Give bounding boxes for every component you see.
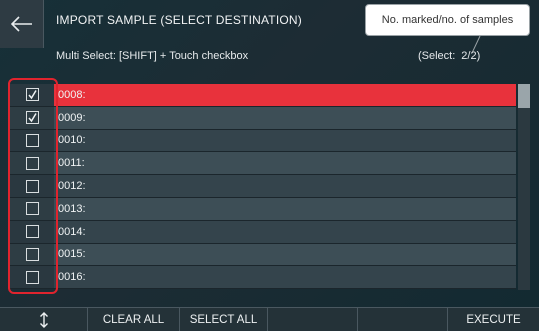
clear-all-button[interactable]: CLEAR ALL (88, 308, 180, 331)
scrollbar[interactable] (518, 84, 530, 290)
import-sample-screen: IMPORT SAMPLE (SELECT DESTINATION) No. m… (0, 0, 539, 331)
checkbox-cell[interactable] (10, 175, 54, 197)
multi-select-hint: Multi Select: [SHIFT] + Touch checkbox (56, 50, 249, 62)
list-item[interactable]: 0012: (10, 175, 516, 198)
list-item[interactable]: 0015: (10, 243, 516, 267)
row-label: 0009: (54, 106, 516, 129)
list-item[interactable]: 0008: (10, 84, 516, 107)
list-item[interactable]: 0011: (10, 152, 516, 176)
updown-button[interactable] (0, 308, 88, 331)
list-item[interactable]: 0013: (10, 197, 516, 221)
execute-button[interactable]: EXECUTE (448, 308, 539, 331)
page-title: IMPORT SAMPLE (SELECT DESTINATION) (56, 13, 302, 27)
up-down-arrow-icon (39, 312, 48, 328)
row-label: 0012: (54, 175, 516, 197)
row-checkbox[interactable] (25, 133, 39, 147)
scrollbar-thumb[interactable] (518, 84, 530, 108)
row-checkbox[interactable] (25, 202, 39, 216)
select-count: (Select: 2/2) (418, 50, 480, 62)
list-item[interactable]: 0010: (10, 129, 516, 153)
back-arrow-icon (10, 16, 32, 32)
row-checkbox[interactable] (25, 225, 39, 239)
checkbox-cell[interactable] (10, 84, 54, 106)
select-all-button[interactable]: SELECT ALL (180, 308, 268, 331)
checkbox-cell[interactable] (10, 220, 54, 243)
footer-empty-slot (358, 308, 448, 331)
row-label: 0008: (54, 84, 516, 106)
row-label: 0014: (54, 220, 516, 243)
row-checkbox[interactable] (25, 270, 39, 284)
select-count-value: 2/2) (461, 50, 481, 62)
footer-toolbar: CLEAR ALL SELECT ALL EXECUTE (0, 307, 539, 331)
row-label: 0010: (54, 129, 516, 152)
checkmark-icon (27, 113, 37, 123)
row-label: 0015: (54, 243, 516, 266)
checkbox-cell[interactable] (10, 106, 54, 129)
row-checkbox[interactable] (25, 88, 39, 102)
checkbox-cell[interactable] (10, 152, 54, 175)
list-item[interactable]: 0014: (10, 220, 516, 244)
row-checkbox[interactable] (25, 247, 39, 261)
row-checkbox[interactable] (25, 156, 39, 170)
row-checkbox[interactable] (25, 179, 39, 193)
callout-annotation: No. marked/no. of samples (365, 4, 530, 36)
select-count-label: (Select: (418, 50, 456, 62)
row-label: 0011: (54, 152, 516, 175)
sample-list: 0008: 0009: 0010: 0011: 0012: 0013: 0014: 0015:… (10, 84, 516, 290)
back-button[interactable] (0, 0, 44, 48)
checkbox-cell[interactable] (10, 197, 54, 220)
list-item[interactable]: 0009: (10, 106, 516, 130)
row-checkbox[interactable] (25, 111, 39, 125)
checkbox-cell[interactable] (10, 243, 54, 266)
checkbox-cell[interactable] (10, 266, 54, 289)
footer-empty-slot (268, 308, 358, 331)
checkmark-icon (27, 90, 37, 100)
row-label: 0013: (54, 197, 516, 220)
list-item[interactable]: 0016: (10, 266, 516, 290)
row-label: 0016: (54, 266, 516, 289)
checkbox-cell[interactable] (10, 129, 54, 152)
